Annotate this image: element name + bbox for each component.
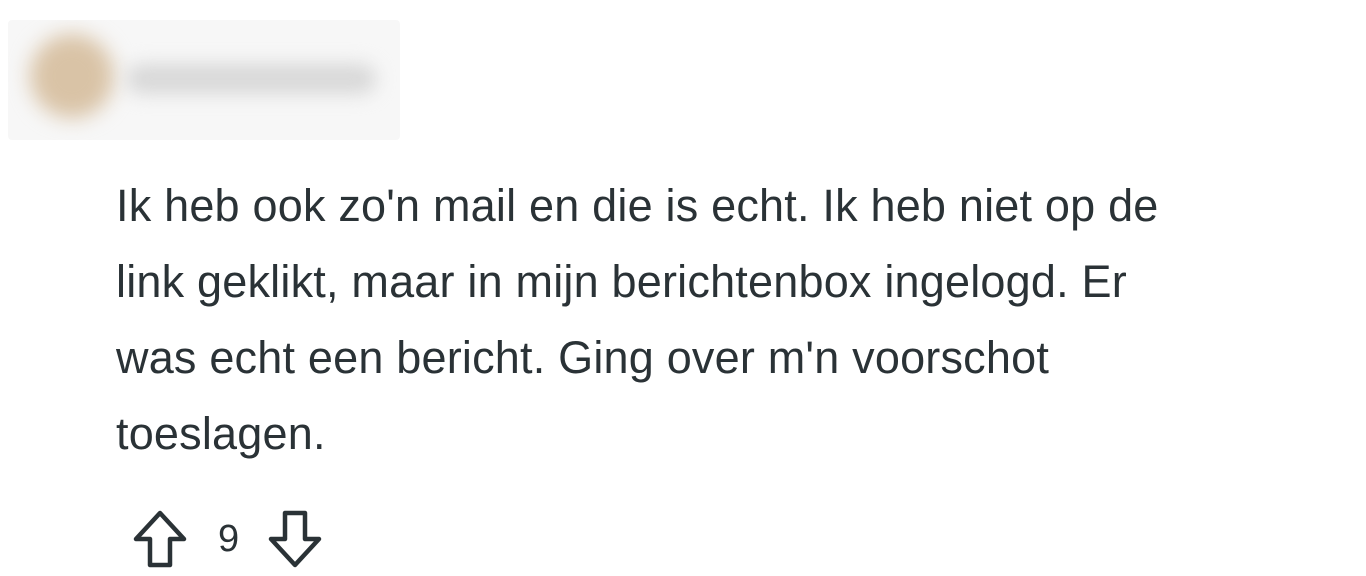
comment-line: link geklikt, maar in mijn berichtenbox … — [116, 256, 1127, 307]
comment-author-redacted — [8, 20, 400, 140]
comment-line: Ik heb ook zo'n mail en die is echt. Ik … — [116, 180, 1159, 231]
comment: Ik heb ook zo'n mail en die is echt. Ik … — [0, 0, 1366, 576]
vote-actions: 9 — [130, 504, 325, 574]
arrow-up-outline-icon — [133, 510, 187, 568]
upvote-button[interactable] — [130, 507, 190, 571]
vote-score: 9 — [218, 517, 240, 560]
comment-body: Ik heb ook zo'n mail en die is echt. Ik … — [116, 168, 1366, 472]
avatar — [30, 34, 114, 118]
comment-line: toeslagen. — [116, 408, 326, 459]
username-redacted — [126, 64, 376, 94]
comment-line: was echt een bericht. Ging over m'n voor… — [116, 332, 1050, 383]
downvote-button[interactable] — [265, 507, 325, 571]
arrow-down-outline-icon — [268, 510, 322, 568]
